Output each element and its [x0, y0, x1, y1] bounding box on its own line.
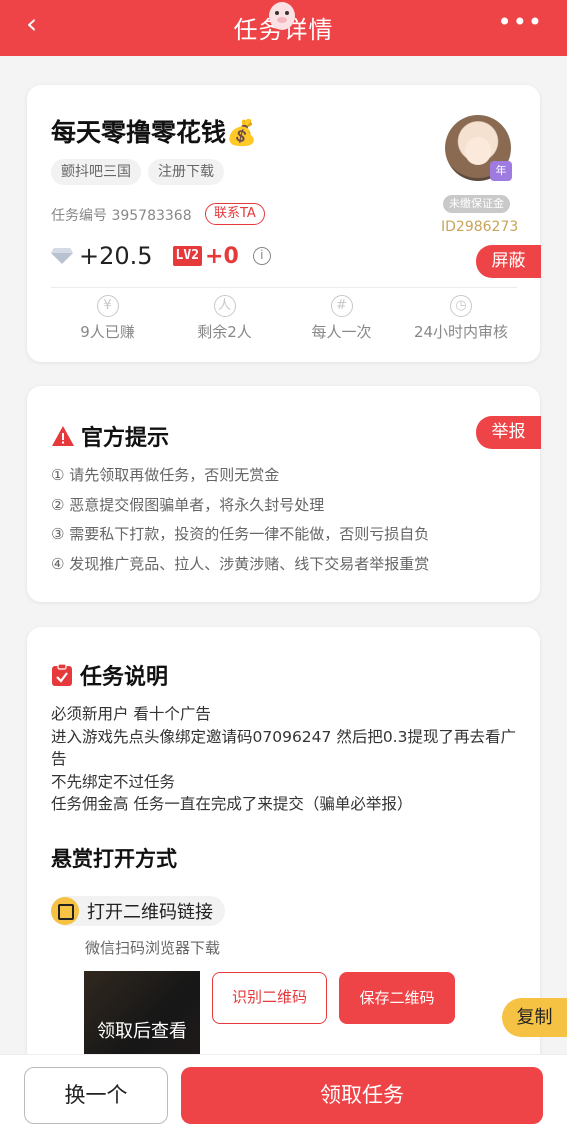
user-id: ID2986273: [441, 219, 519, 235]
reward-method-title: 悬赏打开方式: [51, 847, 177, 871]
description-body: 必须新用户 看十个广告 进入游戏先点头像绑定邀请码07096247 然后把0.3…: [51, 703, 521, 816]
stat-earned: ¥ 9人已赚: [45, 295, 170, 342]
notice-item: ③ 需要私下打款，投资的任务一律不能做，否则亏损自负: [51, 525, 430, 543]
notice-list: ① 请先领取再做任务，否则无赏金 ② 恶意提交假图骗单者，将永久封号处理 ③ 需…: [51, 461, 429, 579]
task-summary-card: 每天零撸零花钱💰 颤抖吧三国 注册下载 任务编号 395783368 联系TA …: [27, 85, 541, 362]
copy-button[interactable]: 复制: [502, 998, 567, 1037]
reward-row: +20.5 LV2 +0 i: [51, 240, 271, 272]
year-badge: 年: [490, 161, 512, 181]
reward-amount: +20.5: [79, 242, 153, 270]
notice-heading: 官方提示: [51, 420, 169, 452]
scan-tip: 微信扫码浏览器下载: [85, 939, 221, 957]
qr-link-label: 打开二维码链接: [87, 902, 213, 923]
stat-review: ◷ 24小时内审核: [397, 295, 525, 342]
description-line: 必须新用户 看十个广告: [51, 705, 211, 723]
clipboard-icon: [52, 663, 72, 686]
divider: [51, 287, 517, 288]
notice-item: ① 请先领取再做任务，否则无赏金: [51, 466, 280, 484]
bottom-bar: 换一个 领取任务: [0, 1054, 567, 1138]
stat-remaining: 人 剩余2人: [162, 295, 287, 342]
level-badge: LV2: [172, 246, 203, 266]
description-card: 任务说明 必须新用户 看十个广告 进入游戏先点头像绑定邀请码07096247 然…: [27, 627, 540, 1067]
description-heading: 任务说明: [51, 659, 168, 691]
claim-task-button[interactable]: 领取任务: [181, 1067, 543, 1124]
switch-button[interactable]: 换一个: [24, 1067, 168, 1124]
clock-icon: ◷: [450, 295, 472, 317]
info-icon[interactable]: i: [252, 247, 271, 265]
notice-card: 官方提示 举报 ① 请先领取再做任务，否则无赏金 ② 恶意提交假图骗单者，将永久…: [27, 386, 541, 602]
notice-title: 官方提示: [81, 426, 170, 451]
description-line: 任务佣金高 任务一直在完成了来提交（骗单必举报）: [51, 795, 413, 813]
report-button[interactable]: 举报: [476, 416, 541, 449]
save-qr-button[interactable]: 保存二维码: [339, 972, 455, 1024]
deposit-badge: 未缴保证金: [443, 195, 510, 213]
qr-link-pill[interactable]: 打开二维码链接: [51, 896, 225, 926]
tag-type: 注册下载: [148, 159, 224, 185]
description-line: 进入游戏先点头像绑定邀请码07096247 然后把0.3提现了再去看广告: [51, 727, 516, 769]
task-title: 每天零撸零花钱💰: [51, 118, 258, 147]
person-icon: 人: [213, 295, 236, 317]
level-plus: +0: [205, 243, 239, 269]
description-title: 任务说明: [80, 665, 169, 690]
contact-button[interactable]: 联系TA: [205, 203, 265, 225]
qr-thumbnail[interactable]: 领取后查看: [84, 971, 200, 1057]
yen-icon: ¥: [96, 295, 119, 317]
tag-game: 颤抖吧三国: [51, 159, 141, 185]
top-bar: ‹ 任务详情 •••: [0, 0, 567, 56]
qr-scan-icon: [51, 897, 79, 925]
pig-mascot-icon: [269, 2, 295, 30]
stat-limit: # 每人一次: [279, 295, 404, 342]
hash-icon: #: [330, 295, 353, 317]
warning-icon: [52, 426, 74, 446]
thumbnail-label: 领取后查看: [97, 1021, 187, 1042]
notice-item: ② 恶意提交假图骗单者，将永久封号处理: [51, 495, 325, 514]
diamond-icon: [51, 248, 73, 264]
block-button[interactable]: 屏蔽: [476, 245, 541, 278]
identify-qr-button[interactable]: 识别二维码: [212, 972, 327, 1024]
notice-item: ④ 发现推广竞品、拉人、涉黄涉赌、线下交易者举报重赏: [51, 554, 430, 573]
description-line: 不先绑定不过任务: [51, 772, 176, 791]
task-number: 任务编号 395783368: [51, 208, 192, 224]
more-icon[interactable]: •••: [498, 8, 543, 36]
